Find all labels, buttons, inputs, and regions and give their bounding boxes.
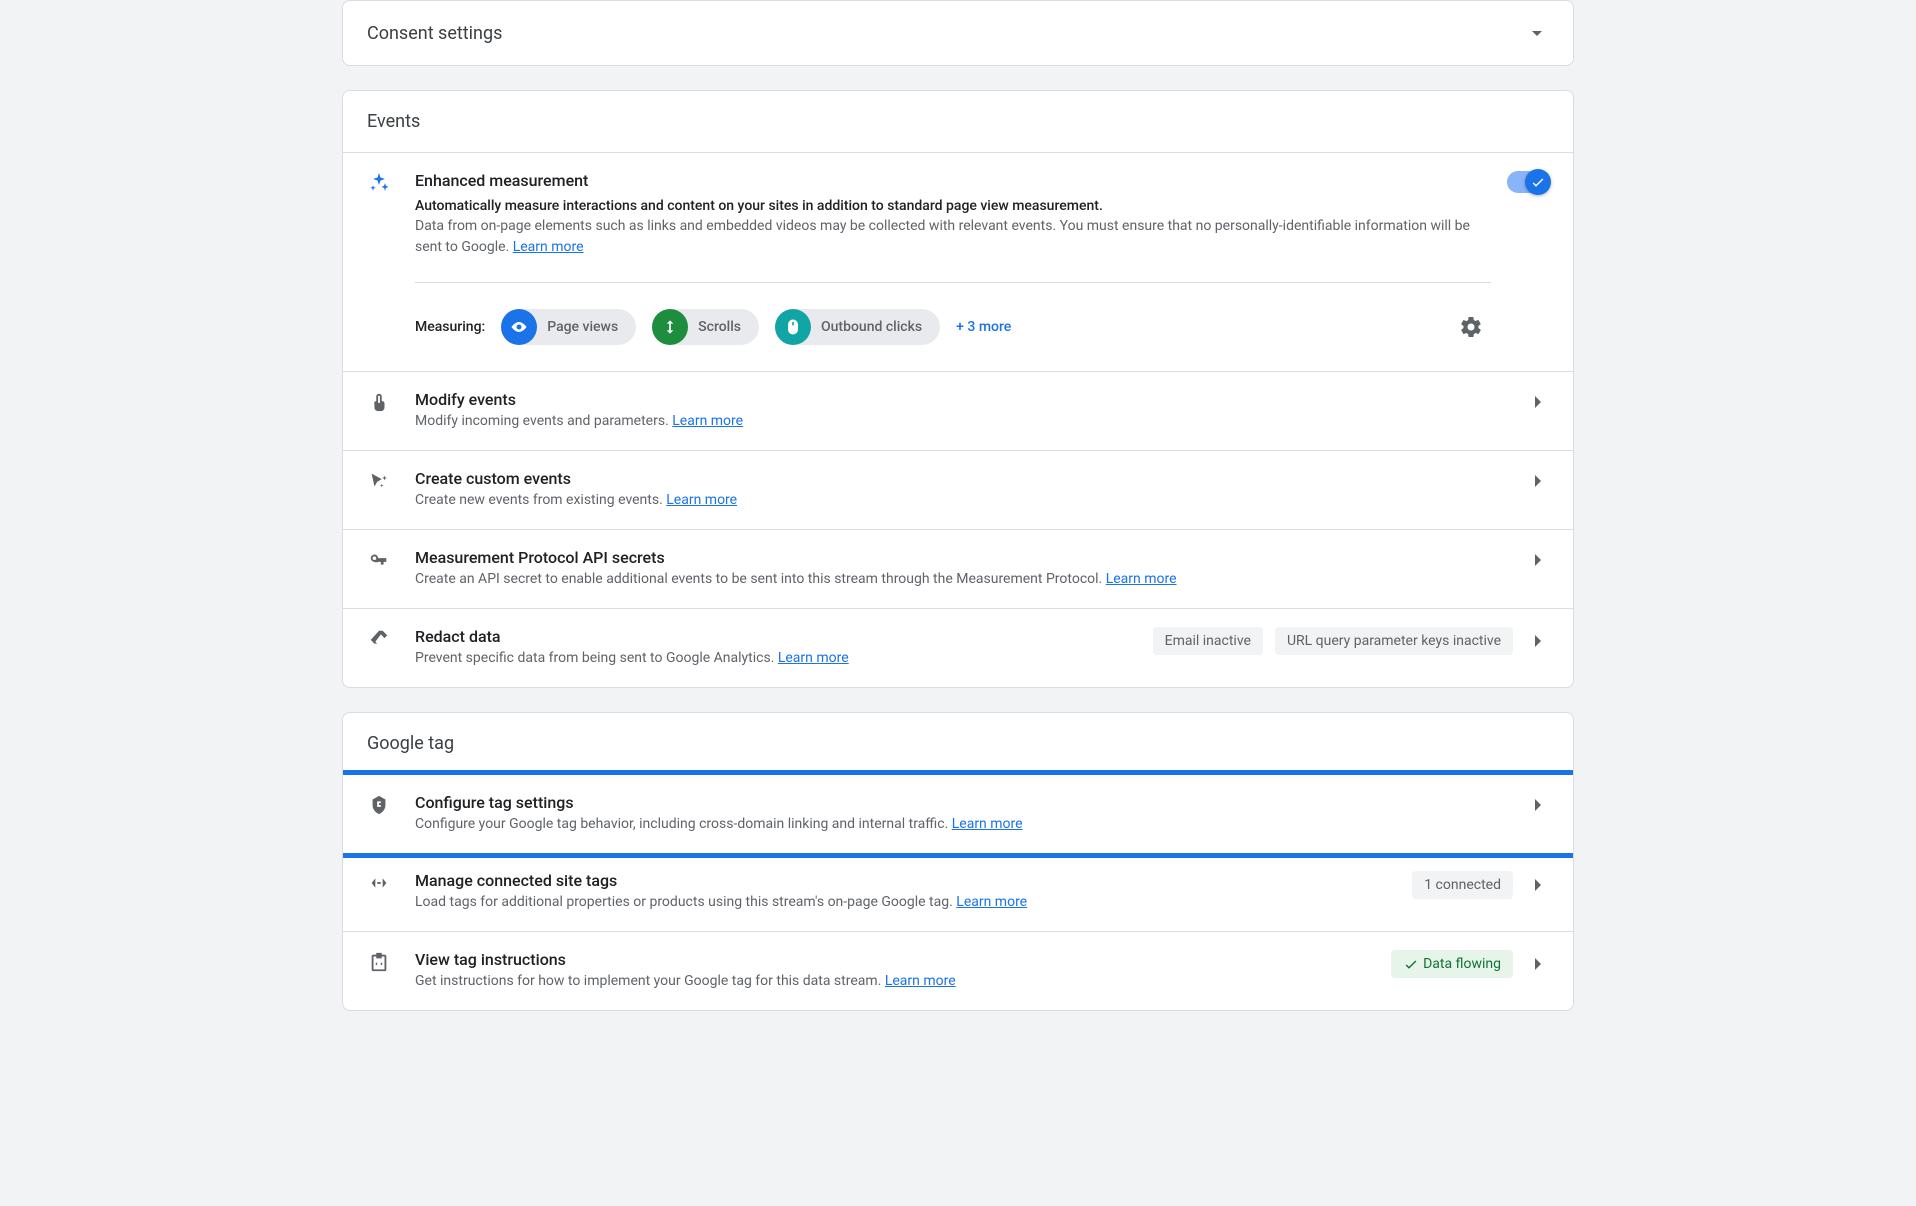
chevron-right-icon bbox=[1525, 793, 1549, 817]
measurement-settings-button[interactable] bbox=[1451, 307, 1491, 347]
redact-data-row[interactable]: Redact data Prevent specific data from b… bbox=[343, 609, 1573, 687]
modify-learn-more-link[interactable]: Learn more bbox=[672, 413, 743, 429]
configure-learn-more-link[interactable]: Learn more bbox=[952, 816, 1023, 832]
chevron-down-icon bbox=[1525, 21, 1549, 45]
scroll-icon bbox=[652, 309, 688, 345]
redact-data-title: Redact data bbox=[415, 627, 1137, 646]
connected-tags-title: Manage connected site tags bbox=[415, 871, 1396, 890]
consent-settings-title: Consent settings bbox=[367, 23, 502, 44]
outbound-clicks-pill: Outbound clicks bbox=[775, 309, 940, 345]
configure-tag-settings-row[interactable]: Configure tag settings Configure your Go… bbox=[342, 770, 1574, 858]
key-icon bbox=[367, 548, 391, 572]
api-secrets-title: Measurement Protocol API secrets bbox=[415, 548, 1509, 567]
enhanced-measurement-section: Enhanced measurement Automatically measu… bbox=[343, 153, 1573, 372]
enhanced-desc: Data from on-page elements such as links… bbox=[415, 216, 1491, 258]
chevron-right-icon bbox=[1525, 629, 1549, 653]
modify-events-row[interactable]: Modify events Modify incoming events and… bbox=[343, 372, 1573, 451]
measuring-row: Measuring: Page views Scrolls bbox=[415, 282, 1491, 347]
connected-count-badge: 1 connected bbox=[1412, 871, 1513, 899]
email-inactive-tag: Email inactive bbox=[1153, 627, 1263, 655]
instructions-learn-more-link[interactable]: Learn more bbox=[885, 973, 956, 989]
sparkle-icon bbox=[367, 171, 391, 195]
events-card: Events Enhanced measurement Automaticall… bbox=[342, 90, 1574, 688]
url-inactive-tag: URL query parameter keys inactive bbox=[1275, 627, 1513, 655]
scrolls-pill: Scrolls bbox=[652, 309, 759, 345]
custom-events-title: Create custom events bbox=[415, 469, 1509, 488]
api-secrets-row[interactable]: Measurement Protocol API secrets Create … bbox=[343, 530, 1573, 609]
connected-learn-more-link[interactable]: Learn more bbox=[956, 894, 1027, 910]
enhanced-bold-desc: Automatically measure interactions and c… bbox=[415, 198, 1491, 214]
enhanced-title: Enhanced measurement bbox=[415, 171, 1491, 190]
configure-tag-title: Configure tag settings bbox=[415, 793, 1509, 812]
chevron-right-icon bbox=[1525, 390, 1549, 414]
redact-learn-more-link[interactable]: Learn more bbox=[778, 650, 849, 666]
tag-g-icon bbox=[367, 793, 391, 817]
mouse-icon bbox=[775, 309, 811, 345]
clipboard-code-icon bbox=[367, 950, 391, 974]
events-title: Events bbox=[343, 91, 1573, 153]
data-flowing-badge: Data flowing bbox=[1391, 950, 1513, 978]
modify-events-title: Modify events bbox=[415, 390, 1509, 409]
chevron-right-icon bbox=[1525, 548, 1549, 572]
page-views-pill: Page views bbox=[501, 309, 636, 345]
manage-connected-tags-row[interactable]: Manage connected site tags Load tags for… bbox=[343, 853, 1573, 932]
more-pills-link[interactable]: + 3 more bbox=[956, 319, 1011, 335]
chevron-right-icon bbox=[1525, 952, 1549, 976]
enhanced-learn-more-link[interactable]: Learn more bbox=[513, 239, 584, 255]
consent-settings-card[interactable]: Consent settings bbox=[342, 0, 1574, 66]
eye-icon bbox=[501, 309, 537, 345]
view-tag-instructions-row[interactable]: View tag instructions Get instructions f… bbox=[343, 932, 1573, 1010]
measuring-label: Measuring: bbox=[415, 319, 485, 335]
google-tag-title: Google tag bbox=[343, 713, 1573, 775]
create-custom-events-row[interactable]: Create custom events Create new events f… bbox=[343, 451, 1573, 530]
chevron-right-icon bbox=[1525, 873, 1549, 897]
eraser-icon bbox=[367, 627, 391, 651]
cursor-sparkle-icon bbox=[367, 469, 391, 493]
enhanced-measurement-toggle[interactable] bbox=[1507, 171, 1549, 193]
custom-learn-more-link[interactable]: Learn more bbox=[666, 492, 737, 508]
api-learn-more-link[interactable]: Learn more bbox=[1106, 571, 1177, 587]
tag-instructions-title: View tag instructions bbox=[415, 950, 1375, 969]
check-icon bbox=[1403, 956, 1419, 972]
touch-icon bbox=[367, 390, 391, 414]
connect-icon bbox=[367, 871, 391, 895]
chevron-right-icon bbox=[1525, 469, 1549, 493]
google-tag-card: Google tag Configure tag settings Config… bbox=[342, 712, 1574, 1011]
